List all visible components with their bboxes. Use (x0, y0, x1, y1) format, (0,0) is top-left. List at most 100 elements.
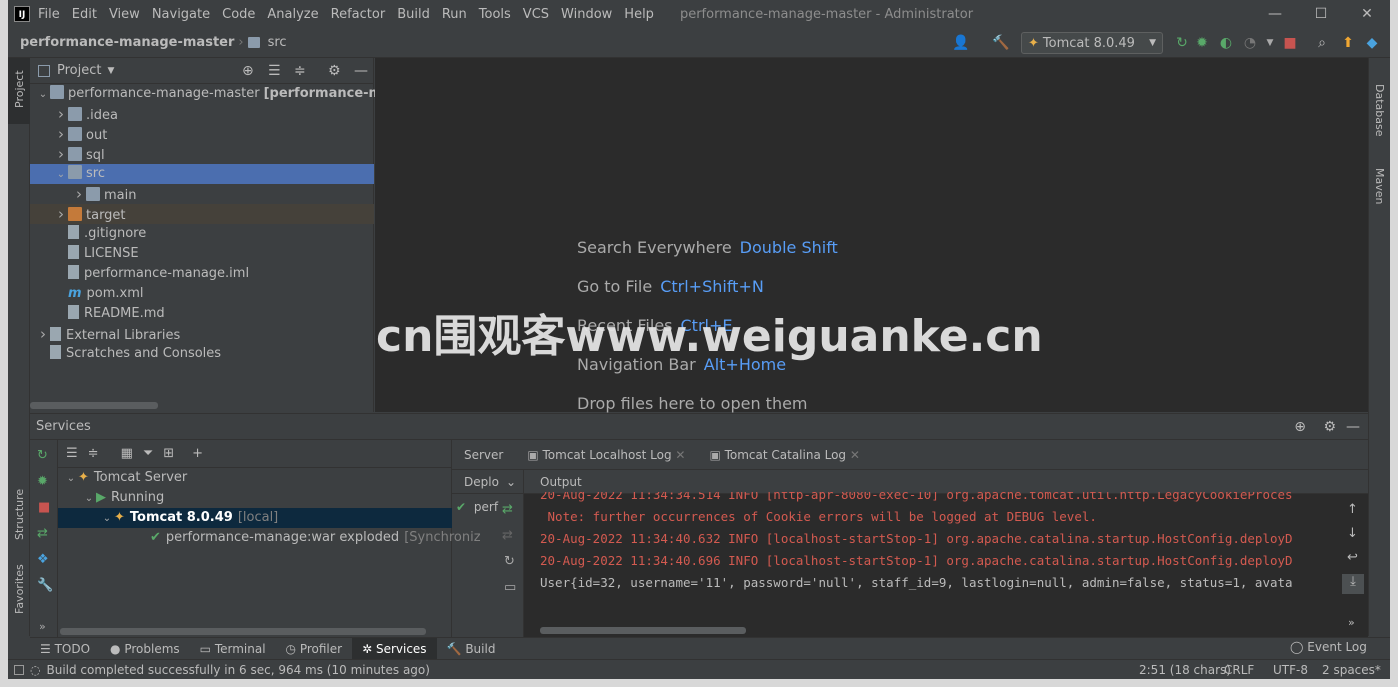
tree-item-license[interactable]: LICENSE (30, 244, 374, 264)
bottom-tab-profiler[interactable]: ◷ Profiler (276, 638, 353, 660)
close-icon[interactable]: ✕ (846, 448, 860, 462)
collapse-all-icon[interactable]: ≑ (88, 446, 99, 461)
expand-all-icon[interactable]: ☰ (268, 63, 281, 79)
tree-item-out[interactable]: › out (30, 124, 374, 144)
toolbox-icon[interactable]: ◆ (1364, 35, 1380, 51)
menu-item-run[interactable]: Run (442, 7, 467, 22)
stop-icon[interactable]: ■ (38, 500, 50, 515)
deploy-icon[interactable]: ⇄ (37, 526, 48, 541)
file-encoding[interactable]: UTF-8 (1273, 663, 1308, 677)
more-icon[interactable]: » (39, 620, 46, 633)
menu-item-help[interactable]: Help (624, 7, 654, 22)
menu-item-window[interactable]: Window (561, 7, 612, 22)
tree-item--idea[interactable]: › .idea (30, 104, 374, 124)
soft-wrap-icon[interactable]: ↩ (1347, 550, 1358, 565)
more-icon[interactable]: » (1348, 616, 1355, 629)
chevron-right-icon[interactable]: › (54, 104, 68, 124)
chevron-right-icon[interactable]: › (54, 204, 68, 224)
menu-item-refactor[interactable]: Refactor (331, 7, 386, 22)
wrench-icon[interactable]: 🔧 (37, 578, 53, 593)
breadcrumb-folder[interactable]: src (268, 35, 287, 50)
tree-item-main[interactable]: › main (30, 184, 374, 204)
close-button[interactable]: ✕ (1344, 0, 1390, 28)
scroll-to-end-icon[interactable]: ⤓ (1342, 574, 1364, 594)
project-tool-label[interactable]: Project (13, 70, 26, 108)
bottom-tab-build[interactable]: 🔨 Build (437, 638, 506, 660)
favorites-tool-label[interactable]: Favorites (13, 564, 26, 614)
group-icon[interactable]: ▦ (121, 446, 133, 461)
chevron-right-icon[interactable]: › (54, 124, 68, 144)
deployment-item[interactable]: ✔ perf (456, 500, 498, 514)
rerun-icon[interactable]: ↻ (1174, 35, 1190, 51)
database-tool-label[interactable]: Database (1373, 84, 1386, 137)
service-tab-2[interactable]: ▣ Tomcat Catalina Log ✕ (709, 448, 860, 462)
deploy-icon[interactable]: ⇄ (502, 502, 513, 517)
menu-item-view[interactable]: View (109, 7, 140, 22)
hide-icon[interactable]: — (354, 63, 368, 79)
coverage-icon[interactable]: ◐ (1218, 35, 1234, 51)
bottom-tab-todo[interactable]: ☰ TODO (30, 638, 100, 660)
chevron-down-icon[interactable]: ⌄ (82, 489, 96, 509)
menu-item-edit[interactable]: Edit (72, 7, 97, 22)
project-panel-title[interactable]: Project (57, 63, 101, 78)
menu-item-analyze[interactable]: Analyze (267, 7, 318, 22)
locate-icon[interactable]: ⊕ (242, 63, 254, 79)
tree-item-sql[interactable]: › sql (30, 144, 374, 164)
indent-setting[interactable]: 2 spaces* (1322, 663, 1381, 677)
caret-position[interactable]: 2:51 (18 chars) (1139, 663, 1231, 677)
build-hammer-icon[interactable]: 🔨 (992, 35, 1009, 51)
hide-icon[interactable]: — (1346, 419, 1360, 435)
new-tab-icon[interactable]: ⊞ (163, 446, 174, 461)
chevron-down-icon[interactable]: ⌄ (100, 509, 114, 529)
menu-item-vcs[interactable]: VCS (523, 7, 549, 22)
event-log-button[interactable]: ◯ Event Log (1290, 640, 1367, 654)
deploy-settings-icon[interactable]: ▭ (504, 580, 516, 595)
chevron-right-icon[interactable]: › (36, 324, 50, 344)
tree-item-scratches-and-consoles[interactable]: Scratches and Consoles (30, 344, 374, 364)
gear-icon[interactable]: ⚙ (328, 63, 341, 79)
menu-item-build[interactable]: Build (397, 7, 430, 22)
tree-item-src[interactable]: ⌄ src (30, 164, 374, 184)
tree-item-pom-xml[interactable]: m pom.xml (30, 284, 374, 304)
tree-item-performance-manage-master[interactable]: ⌄ performance-manage-master [performance-m… (30, 84, 418, 105)
intellij-logo-icon[interactable]: IJ (14, 6, 30, 22)
bottom-tab-problems[interactable]: ● Problems (100, 638, 190, 660)
bottom-tab-services[interactable]: ✲ Services (352, 637, 437, 660)
debug-icon[interactable]: ✹ (1194, 35, 1210, 51)
chevron-down-icon[interactable]: ⌄ (54, 165, 68, 185)
scroll-down-icon[interactable]: ↓ (1347, 526, 1358, 541)
tree-item-target[interactable]: › target (30, 204, 374, 224)
bottom-tab-terminal[interactable]: ▭ Terminal (190, 638, 276, 660)
structure-tool-label[interactable]: Structure (13, 489, 26, 540)
maven-tool-label[interactable]: Maven (1373, 168, 1386, 204)
tree-item--gitignore[interactable]: .gitignore (30, 224, 374, 244)
maximize-button[interactable]: ☐ (1298, 0, 1344, 28)
locate-icon[interactable]: ⊕ (1294, 419, 1306, 435)
gear-icon[interactable]: ⚙ (1323, 419, 1336, 435)
artifact-icon[interactable]: ❖ (37, 552, 49, 567)
service-node-0[interactable]: ⌄ ✦ Tomcat Server (58, 468, 452, 488)
profile-icon[interactable]: ◔ (1242, 35, 1258, 51)
minimize-button[interactable]: — (1252, 0, 1298, 28)
stop-icon[interactable]: ■ (1282, 35, 1298, 51)
menu-item-navigate[interactable]: Navigate (152, 7, 210, 22)
service-node-1[interactable]: ⌄ ▶ Running (58, 488, 452, 508)
line-separator[interactable]: CRLF (1224, 663, 1254, 677)
user-icon[interactable]: 👤 (952, 35, 969, 51)
close-icon[interactable]: ✕ (672, 448, 685, 462)
project-scrollbar[interactable] (30, 402, 158, 409)
service-tab-0[interactable]: Server (464, 448, 503, 462)
filter-icon[interactable]: ⏷ (143, 446, 153, 461)
expand-all-icon[interactable]: ☰ (66, 446, 78, 461)
search-icon[interactable]: ⌕ (1314, 35, 1330, 51)
service-node-3[interactable]: ✔ performance-manage:war exploded [Synchro… (58, 528, 481, 548)
tree-item-performance-manage-iml[interactable]: performance-manage.iml (30, 264, 374, 284)
status-message[interactable]: Build completed successfully in 6 sec, 9… (46, 663, 429, 677)
tree-item-external-libraries[interactable]: › External Libraries (30, 324, 374, 344)
menu-item-code[interactable]: Code (222, 7, 255, 22)
chevron-down-icon[interactable]: ⌄ (36, 85, 50, 105)
toggle-tool-windows-icon[interactable] (14, 664, 24, 675)
refresh-icon[interactable]: ↻ (504, 554, 515, 569)
chevron-down-icon[interactable]: ⌄ (64, 469, 78, 489)
debug-icon[interactable]: ✹ (37, 474, 48, 489)
